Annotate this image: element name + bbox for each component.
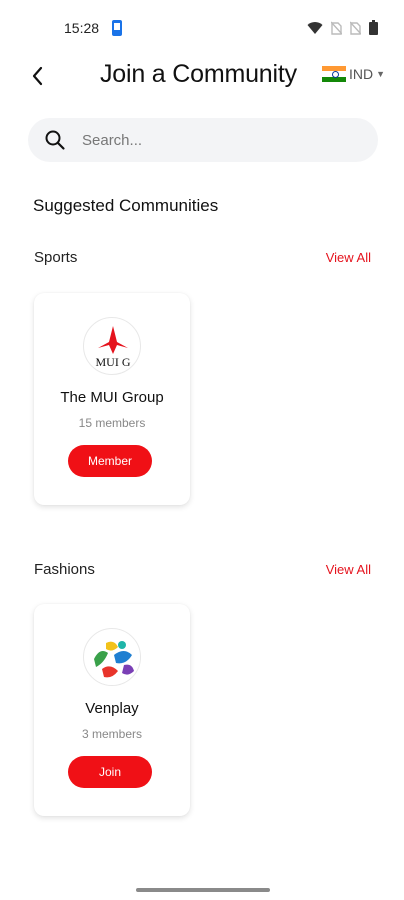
community-logo: MUI G: [83, 317, 141, 375]
search-bar[interactable]: [28, 118, 378, 162]
section-title: Suggested Communities: [33, 196, 219, 215]
community-name: Venplay: [85, 700, 139, 717]
status-time: 15:28: [64, 20, 100, 36]
country-selector[interactable]: IND ▼: [322, 66, 385, 82]
category-header-sports: Sports View All: [34, 249, 374, 271]
category-name: Sports: [34, 249, 78, 266]
india-flag-icon: [322, 66, 346, 82]
community-logo: [83, 628, 141, 686]
community-card-mui-group[interactable]: MUI G The MUI Group 15 members Member: [34, 293, 190, 505]
community-name: The MUI Group: [60, 389, 164, 406]
home-indicator[interactable]: [136, 888, 270, 892]
view-all-link[interactable]: View All: [326, 562, 371, 577]
member-button[interactable]: Member: [68, 445, 152, 477]
venplay-logo-icon: [85, 630, 140, 685]
wifi-icon: [307, 21, 323, 34]
category-header-fashions: Fashions View All: [34, 561, 374, 583]
search-input[interactable]: [82, 131, 342, 149]
view-all-link[interactable]: View All: [326, 250, 371, 265]
community-card-venplay[interactable]: Venplay 3 members Join: [34, 604, 190, 816]
back-arrow-icon[interactable]: [26, 62, 50, 90]
member-count: 3 members: [81, 727, 143, 741]
search-icon: [45, 130, 65, 150]
mui-logo-icon: MUI G: [96, 326, 131, 369]
logo-text: MUI G: [96, 355, 131, 369]
country-code: IND: [349, 66, 374, 82]
notification-app-icon: [112, 20, 122, 36]
category-name: Fashions: [34, 561, 95, 578]
page-title: Join a Community: [100, 60, 297, 88]
battery-icon: [369, 20, 378, 35]
join-button[interactable]: Join: [68, 756, 152, 788]
app-header: Join a Community IND ▼: [0, 56, 404, 96]
caret-down-icon: ▼: [376, 69, 386, 79]
status-bar: 15:28: [0, 0, 404, 56]
no-sim-icon: [331, 21, 342, 35]
member-count: 15 members: [78, 416, 146, 430]
no-sim-icon-2: [350, 21, 361, 35]
